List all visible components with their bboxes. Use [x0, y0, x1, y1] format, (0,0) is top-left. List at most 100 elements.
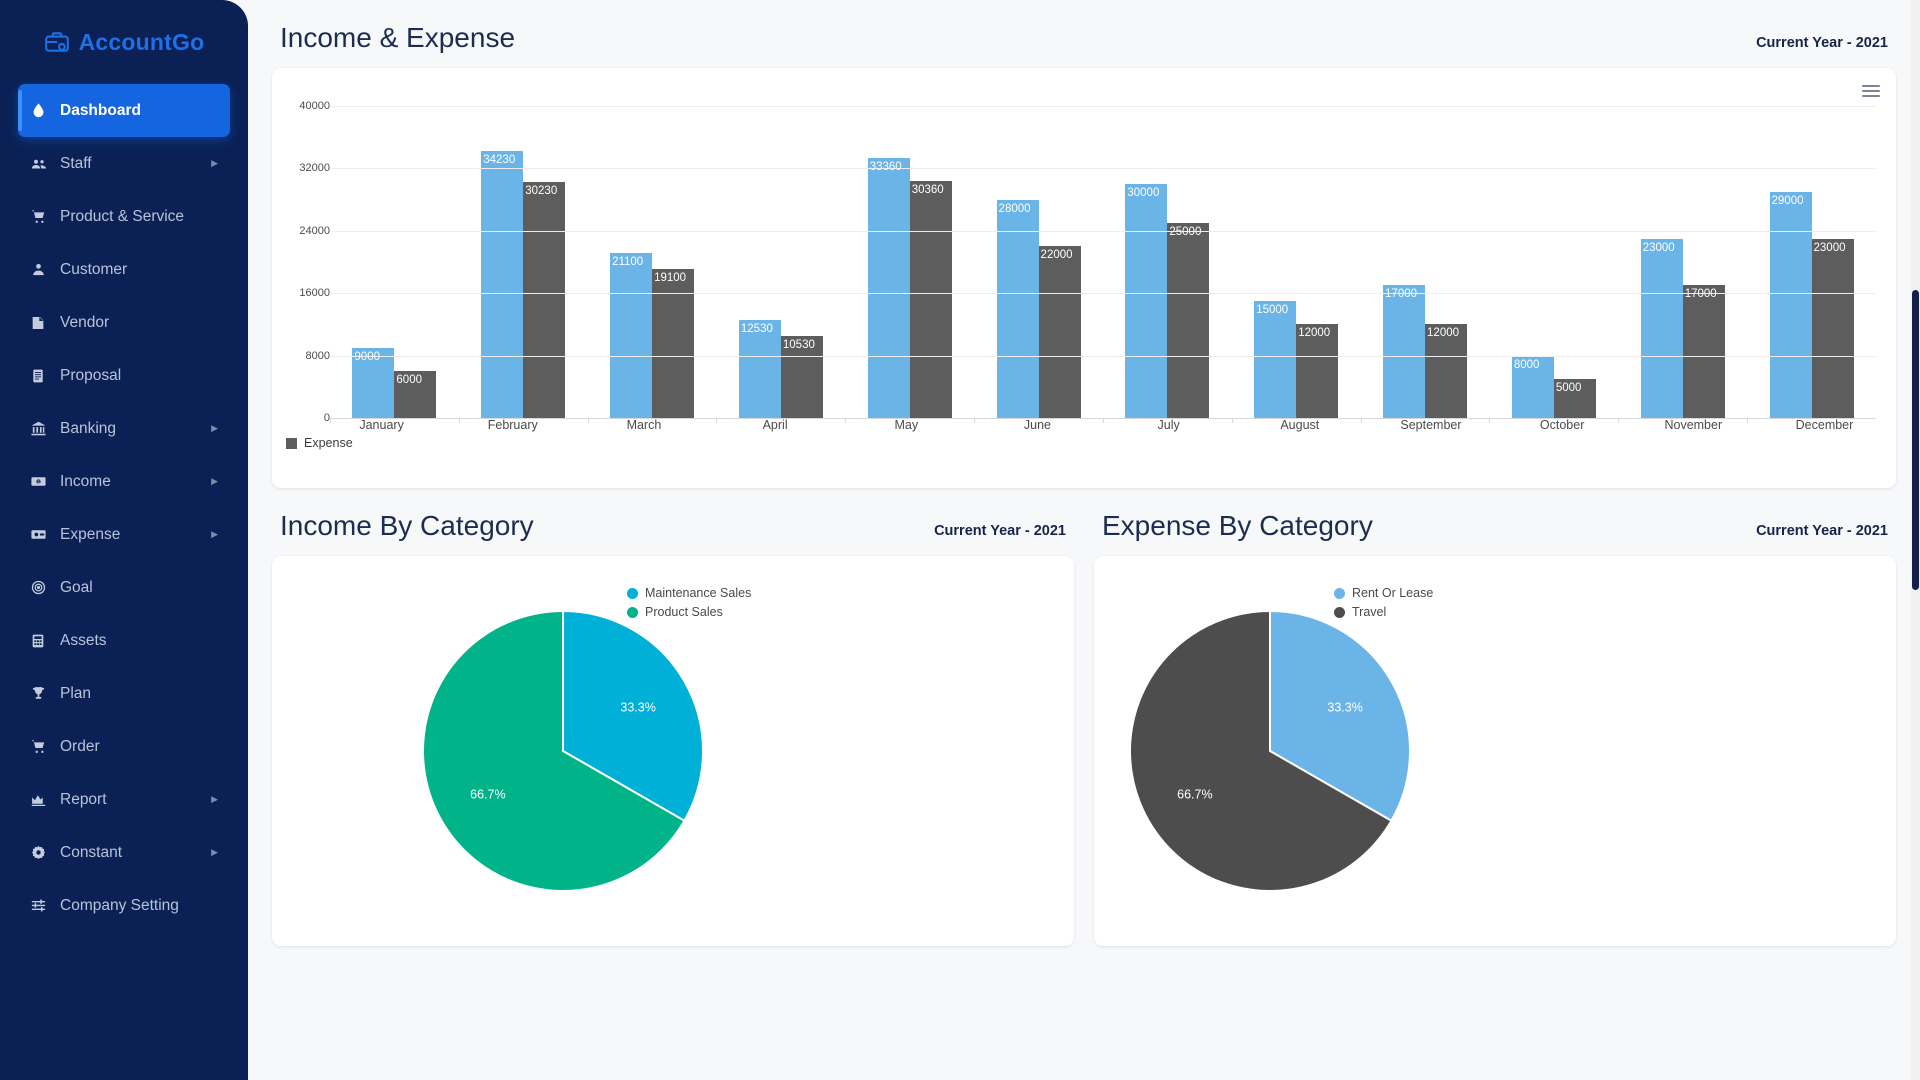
sidebar-item-assets[interactable]: Assets	[18, 614, 230, 667]
bar-expense[interactable]: 12000	[1296, 324, 1339, 418]
bar-expense[interactable]: 30360	[909, 181, 952, 418]
bar-value-label: 21100	[612, 256, 644, 269]
sidebar-item-customer[interactable]: Customer	[18, 243, 230, 296]
sidebar-item-label: Assets	[60, 631, 107, 649]
bar-value-label: 30000	[1127, 187, 1160, 199]
bar-income[interactable]: 21100	[610, 253, 653, 418]
user-badge-icon	[30, 261, 60, 278]
sliders-icon	[30, 897, 60, 914]
bar-chart-bars: 9000 6000 34230 30230 21100 19100 12530 10530 33…	[330, 106, 1876, 423]
hamburger-menu-icon[interactable]	[1862, 82, 1880, 100]
sidebar-item-income[interactable]: $ Income ▶	[18, 455, 230, 508]
bar-expense[interactable]: 25000	[1167, 223, 1210, 418]
gridline	[330, 230, 1876, 232]
cart-icon	[30, 208, 60, 225]
bar-income[interactable]: 28000	[996, 199, 1039, 418]
pie-legend-item[interactable]: Travel	[1334, 605, 1433, 619]
sidebar-item-proposal[interactable]: Proposal	[18, 349, 230, 402]
sidebar-item-plan[interactable]: Plan	[18, 667, 230, 720]
x-axis-label: July	[1157, 418, 1180, 432]
pie-legend-label: Rent Or Lease	[1352, 586, 1434, 600]
sidebar-item-product-service[interactable]: Product & Service	[18, 190, 230, 243]
sidebar-item-vendor[interactable]: Vendor	[18, 296, 230, 349]
bar-income[interactable]: 9000	[352, 347, 395, 418]
pie-legend-swatch	[627, 587, 638, 599]
bar-expense[interactable]: 22000	[1038, 246, 1081, 418]
bar-income[interactable]: 29000	[1769, 191, 1812, 418]
sidebar-item-dashboard[interactable]: Dashboard	[18, 84, 230, 137]
pie-legend: Maintenance Sales Product Sales	[627, 586, 751, 624]
bar-expense[interactable]: 5000	[1553, 379, 1596, 418]
sidebar-item-constant[interactable]: Constant ▶	[18, 826, 230, 879]
banknote-icon: $	[30, 473, 60, 490]
gridline	[330, 293, 1876, 295]
bar-value-label: 9000	[354, 350, 380, 363]
bar-group: 9000 6000	[330, 106, 459, 423]
chevron-right-icon: ▶	[211, 423, 218, 433]
bar-value-label: 22000	[1040, 249, 1073, 262]
sidebar-item-label: Dashboard	[60, 101, 141, 119]
sidebar-item-banking[interactable]: Banking ▶	[18, 402, 230, 455]
bar-chart-legend[interactable]: Expense	[286, 436, 353, 450]
bar-value-label: 29000	[1771, 194, 1804, 207]
sidebar-item-company-setting[interactable]: Company Setting	[18, 879, 230, 932]
bar-expense[interactable]: 23000	[1811, 238, 1854, 418]
bar-income[interactable]: 17000	[1383, 285, 1426, 418]
pie-legend-swatch	[627, 606, 638, 618]
sidebar-item-label: Banking	[60, 419, 117, 437]
bar-group: 34230 30230	[458, 106, 588, 423]
bar-group: 23000 17000	[1618, 106, 1747, 423]
income-category-title: Income By Category	[280, 510, 534, 541]
income-expense-header: Income & Expense Current Year - 2021	[272, 0, 1896, 68]
page-scrollbar[interactable]	[1911, 0, 1920, 1080]
bar-expense[interactable]: 10530	[780, 335, 823, 418]
bar-group: 29000 23000	[1747, 106, 1876, 423]
bar-value-label: 17000	[1684, 288, 1717, 301]
pie-legend-item[interactable]: Rent Or Lease	[1334, 586, 1433, 600]
bar-expense[interactable]: 12000	[1425, 324, 1468, 418]
bar-expense[interactable]: 19100	[652, 269, 695, 418]
sidebar-item-label: Report	[60, 790, 107, 808]
x-axis-label: November	[1664, 418, 1723, 432]
chevron-right-icon: ▶	[211, 158, 218, 168]
x-axis-label: February	[487, 418, 538, 432]
bar-expense[interactable]: 17000	[1682, 285, 1725, 418]
bar-income[interactable]: 23000	[1640, 238, 1683, 418]
income-expense-period: Current Year - 2021	[1756, 35, 1888, 51]
sidebar-item-label: Customer	[60, 260, 128, 278]
pie-legend: Rent Or Lease Travel	[1334, 586, 1433, 624]
bar-income[interactable]: 12530	[738, 320, 781, 418]
bar-income[interactable]: 34230	[481, 151, 524, 418]
expense-category-header: Expense By Category Current Year - 2021	[1094, 488, 1896, 556]
pie-percent-label: 33.3%	[1327, 701, 1362, 715]
droplet-icon	[30, 102, 60, 119]
sidebar-item-label: Product & Service	[60, 207, 185, 225]
bar-value-label: 6000	[396, 374, 422, 387]
bar-value-label: 15000	[1256, 304, 1289, 316]
bar-group: 8000 5000	[1489, 106, 1618, 423]
bar-income[interactable]: 30000	[1125, 184, 1168, 418]
scrollbar-thumb[interactable]	[1912, 290, 1919, 590]
x-axis-label: October	[1539, 418, 1585, 432]
x-axis-label: June	[1023, 418, 1051, 432]
sidebar-item-staff[interactable]: Staff ▶	[18, 137, 230, 190]
sidebar-item-goal[interactable]: Goal	[18, 561, 230, 614]
sidebar-item-expense[interactable]: Expense ▶	[18, 508, 230, 561]
sidebar-nav: Dashboard Staff ▶ Product & Service Customer…	[0, 84, 248, 932]
brand-logo[interactable]: AccountGo	[0, 0, 248, 84]
bar-income[interactable]: 33360	[867, 157, 910, 418]
bar-expense[interactable]: 30230	[523, 182, 566, 418]
pie-legend-item[interactable]: Maintenance Sales	[627, 586, 751, 600]
sidebar-item-report[interactable]: Report ▶	[18, 773, 230, 826]
brand-name: AccountGo	[78, 28, 205, 55]
pie-legend-item[interactable]: Product Sales	[627, 605, 751, 619]
bar-income[interactable]: 8000	[1511, 355, 1554, 418]
sidebar-item-order[interactable]: Order	[18, 720, 230, 773]
bar-group: 30000 25000	[1102, 106, 1232, 423]
x-axis-label: January	[359, 418, 404, 432]
income-category-period: Current Year - 2021	[934, 523, 1066, 539]
bar-expense[interactable]: 6000	[394, 371, 437, 418]
cart-icon	[30, 738, 60, 755]
sidebar-item-label: Proposal	[60, 366, 122, 384]
bar-income[interactable]: 15000	[1254, 301, 1297, 418]
